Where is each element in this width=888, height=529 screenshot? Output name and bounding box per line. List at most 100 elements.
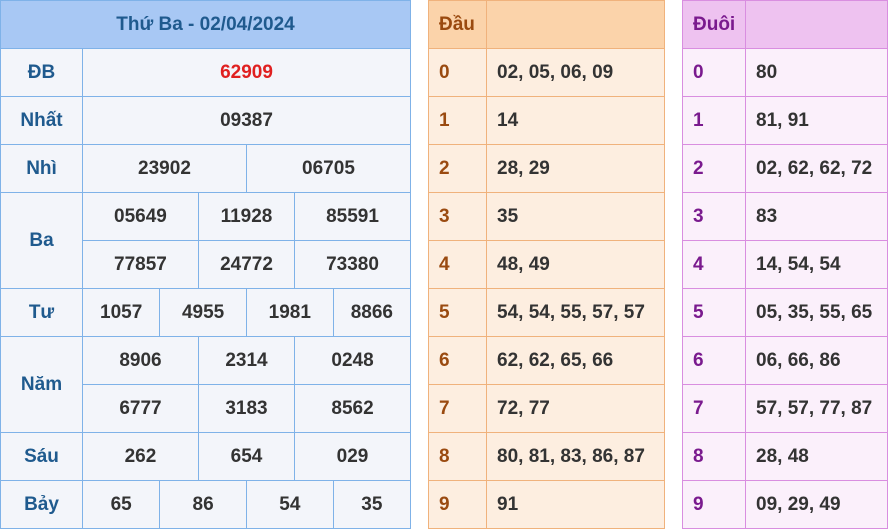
- duoi-values: 80: [745, 48, 888, 97]
- duoi-header-blank: [745, 0, 888, 49]
- prize-label: Bảy: [0, 480, 83, 529]
- prize-number: 23902: [82, 144, 247, 193]
- results-header-row: Thứ Ba - 02/04/2024: [0, 0, 411, 49]
- prize-number: 35: [332, 480, 412, 529]
- lottery-results-page: Thứ Ba - 02/04/2024 ĐB 62909 Nhất 09387 …: [0, 0, 888, 529]
- prize-number: 262: [82, 432, 199, 481]
- prize-number: 8866: [332, 288, 412, 337]
- prize-label: Năm: [0, 336, 83, 433]
- dau-key: 7: [428, 384, 487, 433]
- dau-row: 6 62, 62, 65, 66: [428, 336, 665, 385]
- dau-key: 2: [428, 144, 487, 193]
- results-date-title: Thứ Ba - 02/04/2024: [0, 0, 411, 49]
- results-table: Thứ Ba - 02/04/2024 ĐB 62909 Nhất 09387 …: [0, 0, 412, 529]
- duoi-key: 5: [682, 288, 746, 337]
- duoi-row: 4 14, 54, 54: [682, 240, 888, 289]
- dau-values: 72, 77: [486, 384, 665, 433]
- duoi-values: 81, 91: [745, 96, 888, 145]
- prize-number: 654: [197, 432, 296, 481]
- dau-values: 91: [486, 480, 665, 529]
- dau-key: 3: [428, 192, 487, 241]
- duoi-values: 05, 35, 55, 65: [745, 288, 888, 337]
- dau-values: 54, 54, 55, 57, 57: [486, 288, 665, 337]
- dau-table: Đầu 0 02, 05, 06, 09 1 14 2 28, 29 3 35 4 48,…: [428, 0, 665, 529]
- prize-number: 86: [159, 480, 247, 529]
- dau-row: 5 54, 54, 55, 57, 57: [428, 288, 665, 337]
- dau-key: 1: [428, 96, 487, 145]
- prize-number: 05649: [82, 192, 199, 241]
- dau-key: 5: [428, 288, 487, 337]
- duoi-key: 0: [682, 48, 746, 97]
- prize-row-nam: Năm 8906 2314 0248: [0, 336, 411, 433]
- prize-number: 2314: [197, 336, 296, 385]
- duoi-values: 83: [745, 192, 888, 241]
- dau-key: 9: [428, 480, 487, 529]
- duoi-header: Đuôi: [682, 0, 746, 49]
- duoi-row: 2 02, 62, 62, 72: [682, 144, 888, 193]
- dau-row: 0 02, 05, 06, 09: [428, 48, 665, 97]
- dau-header-blank: [486, 0, 665, 49]
- duoi-key: 4: [682, 240, 746, 289]
- duoi-key: 8: [682, 432, 746, 481]
- duoi-key: 2: [682, 144, 746, 193]
- dau-key: 0: [428, 48, 487, 97]
- dau-values: 02, 05, 06, 09: [486, 48, 665, 97]
- prize-number: 1057: [81, 288, 161, 337]
- duoi-row: 5 05, 35, 55, 65: [682, 288, 888, 337]
- prize-row-sau: Sáu 262 654 029: [0, 432, 411, 481]
- prize-number: 3183: [197, 384, 296, 433]
- duoi-table: Đuôi 0 80 1 81, 91 2 02, 62, 62, 72 3 83 4 14…: [682, 0, 888, 529]
- duoi-values: 06, 66, 86: [745, 336, 888, 385]
- dau-values: 35: [486, 192, 665, 241]
- prize-label: Sáu: [0, 432, 83, 481]
- duoi-row: 9 09, 29, 49: [682, 480, 888, 529]
- duoi-row: 8 28, 48: [682, 432, 888, 481]
- dau-header: Đầu: [428, 0, 487, 49]
- prize-number: 24772: [197, 240, 296, 289]
- dau-row: 4 48, 49: [428, 240, 665, 289]
- prize-label: Nhất: [0, 96, 83, 145]
- prize-label: Nhì: [0, 144, 83, 193]
- dau-header-row: Đầu: [428, 0, 665, 49]
- dau-key: 6: [428, 336, 487, 385]
- duoi-values: 14, 54, 54: [745, 240, 888, 289]
- prize-number: 77857: [82, 240, 199, 289]
- prize-number: 1981: [245, 288, 334, 337]
- duoi-row: 0 80: [682, 48, 888, 97]
- prize-number: 54: [245, 480, 334, 529]
- dau-key: 8: [428, 432, 487, 481]
- duoi-key: 3: [682, 192, 746, 241]
- dau-row: 1 14: [428, 96, 665, 145]
- duoi-row: 3 83: [682, 192, 888, 241]
- prize-number: 4955: [159, 288, 247, 337]
- prize-number: 8562: [294, 384, 411, 433]
- prize-number: 06705: [245, 144, 412, 193]
- dau-row: 2 28, 29: [428, 144, 665, 193]
- duoi-row: 7 57, 57, 77, 87: [682, 384, 888, 433]
- dau-values: 62, 62, 65, 66: [486, 336, 665, 385]
- prize-number: 85591: [294, 192, 411, 241]
- prize-number: 029: [294, 432, 411, 481]
- prize-number: 65: [81, 480, 161, 529]
- dau-row: 7 72, 77: [428, 384, 665, 433]
- duoi-header-row: Đuôi: [682, 0, 888, 49]
- prize-row-ba: Ba 05649 11928 85591: [0, 192, 411, 289]
- prize-number: 62909: [82, 48, 411, 97]
- prize-row-nhat: Nhất 09387: [0, 96, 411, 145]
- prize-number: 09387: [82, 96, 411, 145]
- prize-row-nhi: Nhì 23902 06705: [0, 144, 412, 193]
- prize-row-bay: Bảy 65 86 54 35: [0, 480, 412, 529]
- duoi-values: 02, 62, 62, 72: [745, 144, 888, 193]
- prize-row-db: ĐB 62909: [0, 48, 411, 97]
- duoi-values: 09, 29, 49: [745, 480, 888, 529]
- duoi-values: 28, 48: [745, 432, 888, 481]
- prize-row-tu: Tư 1057 4955 1981 8866: [0, 288, 412, 337]
- duoi-key: 9: [682, 480, 746, 529]
- dau-values: 14: [486, 96, 665, 145]
- duoi-key: 7: [682, 384, 746, 433]
- dau-values: 80, 81, 83, 86, 87: [486, 432, 665, 481]
- dau-values: 48, 49: [486, 240, 665, 289]
- duoi-key: 1: [682, 96, 746, 145]
- dau-key: 4: [428, 240, 487, 289]
- dau-row: 3 35: [428, 192, 665, 241]
